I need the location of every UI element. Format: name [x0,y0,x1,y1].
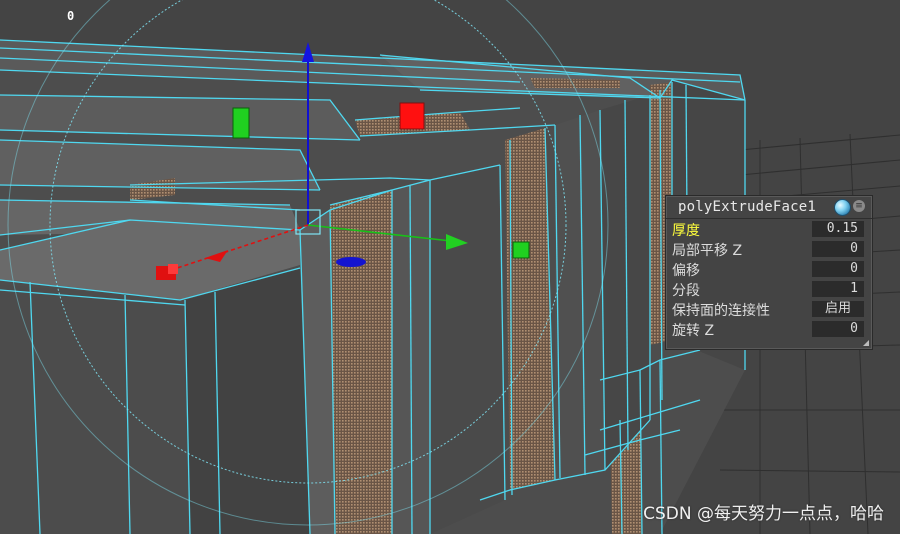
attribute-label[interactable]: 保持面的连接性 [672,300,770,320]
attribute-value-field[interactable]: 0 [812,321,864,337]
z-plane-handle[interactable] [336,257,366,267]
scale-handle-green[interactable] [232,107,250,139]
3d-viewport[interactable]: 0 polyExtrudeFace1 ≡ 厚度 0.15 局部平移 Z 0 偏移 0 分段 1… [0,0,900,534]
selected-face[interactable] [330,190,392,534]
attribute-row[interactable]: 局部平移 Z 0 [666,239,872,259]
attribute-label[interactable]: 旋转 Z [672,320,714,340]
attribute-value-field[interactable]: 0 [812,261,864,277]
resize-grip-icon[interactable] [863,340,869,346]
attribute-value-field[interactable]: 启用 [812,301,864,317]
attribute-row[interactable]: 旋转 Z 0 [666,319,872,339]
attribute-label[interactable]: 偏移 [672,260,700,280]
options-menu-icon[interactable]: ≡ [853,200,865,212]
scale-handle-red[interactable] [399,102,425,130]
channel-box-header: polyExtrudeFace1 ≡ [666,196,872,219]
attribute-label[interactable]: 分段 [672,280,700,300]
y-axis-arrow-icon[interactable] [302,42,314,62]
attribute-row[interactable]: 分段 1 [666,279,872,299]
attribute-label[interactable]: 厚度 [672,220,700,240]
frame-counter: 0 [67,9,75,23]
attribute-value-field[interactable]: 0 [812,241,864,257]
attribute-value-field[interactable]: 0.15 [812,221,864,237]
polygon-mesh[interactable] [0,40,745,534]
node-sphere-icon[interactable] [834,199,851,216]
channel-box-panel[interactable]: polyExtrudeFace1 ≡ 厚度 0.15 局部平移 Z 0 偏移 0 分段 1 保持… [665,195,873,350]
node-name[interactable]: polyExtrudeFace1 [678,199,816,215]
attribute-label[interactable]: 局部平移 Z [672,240,742,260]
attribute-row[interactable]: 厚度 0.15 [666,219,872,239]
scale-handle-green-z[interactable] [512,241,530,259]
attribute-list: 厚度 0.15 局部平移 Z 0 偏移 0 分段 1 保持面的连接性 启用旋转 Z 0 [666,219,872,339]
attribute-row[interactable]: 保持面的连接性 启用 [666,299,872,319]
watermark: CSDN @每天努力一点点，哈哈 [643,504,884,524]
attribute-value-field[interactable]: 1 [812,281,864,297]
attribute-row[interactable]: 偏移 0 [666,259,872,279]
